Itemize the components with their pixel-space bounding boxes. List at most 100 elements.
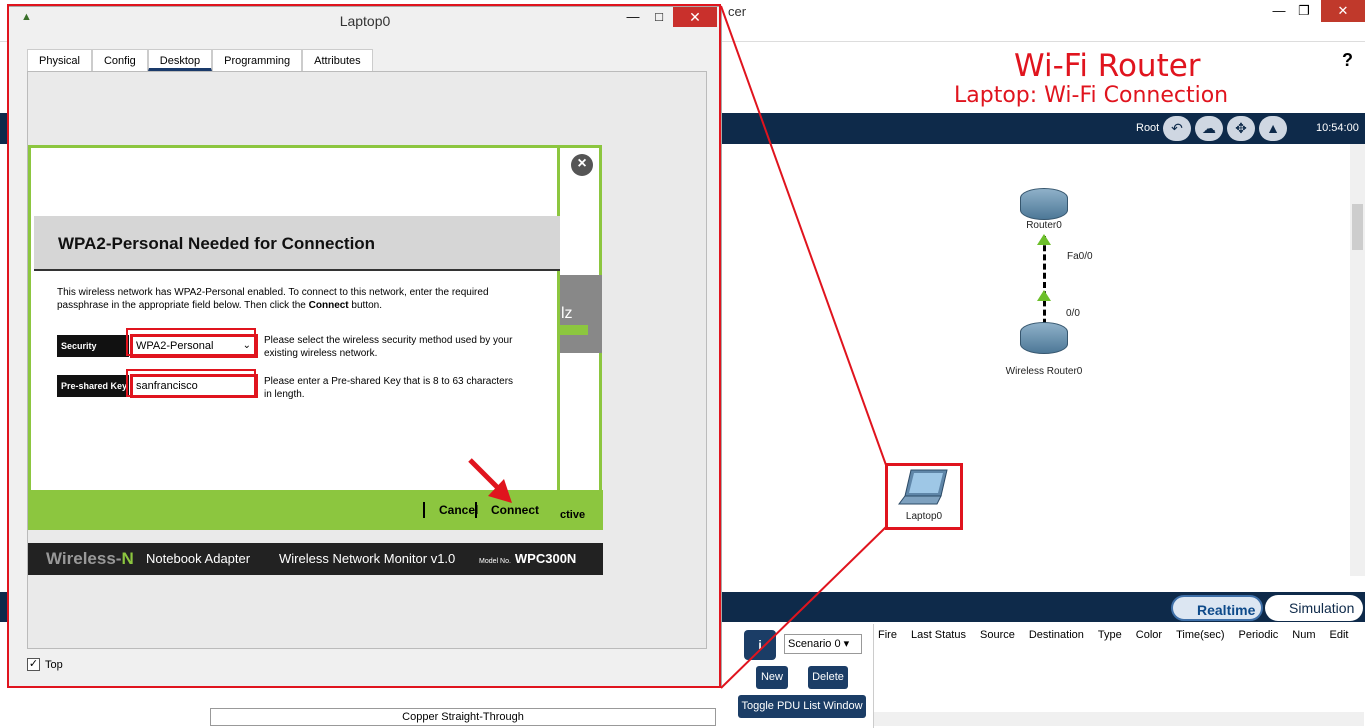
pdu-list-table: Fire Last Status Source Destination Type Colo… (873, 624, 1365, 728)
annotation-key-box (126, 369, 256, 397)
pdu-column-header[interactable]: Periodic (1239, 629, 1279, 641)
close-icon[interactable]: ✕ (673, 7, 717, 27)
simulation-label: Simulation (1289, 600, 1355, 616)
pdu-scrollbar[interactable] (874, 712, 1364, 726)
maximize-icon[interactable]: □ (645, 7, 673, 27)
help-icon[interactable]: ? (1342, 50, 1353, 71)
scenario-select[interactable]: Scenario 0 ▾ (784, 634, 862, 654)
pre-shared-key-label: Pre-shared Key (57, 375, 129, 397)
router0-label: Router0 (1026, 220, 1062, 231)
model-number: WPC300N (514, 551, 577, 566)
background-window-title: cer (728, 4, 747, 19)
panel-title: WPA2-Personal Needed for Connection (58, 234, 376, 253)
wireless-router-icon (1020, 322, 1068, 354)
description-text: button. (348, 300, 382, 311)
pdu-table-header: Fire Last Status Source Destination Type Colo… (874, 624, 1365, 641)
move-icon[interactable]: ✥ (1227, 116, 1255, 141)
help-line: Please select the wireless security meth… (264, 335, 513, 346)
brand-text: Wireless- (46, 549, 122, 568)
pdu-column-header[interactable]: Destination (1029, 629, 1084, 641)
pdu-column-header[interactable]: Edit (1330, 629, 1349, 641)
image-icon[interactable]: ▲ (1259, 116, 1287, 141)
description-line: This wireless network has WPA2-Personal … (57, 287, 489, 298)
security-help: Please select the wireless security meth… (264, 334, 534, 360)
router-port-label: Fa0/0 (1067, 251, 1093, 262)
close-icon[interactable]: ✕ (1321, 0, 1365, 22)
app-close-icon[interactable]: × (571, 154, 593, 176)
background-app-partial-text: lz (561, 305, 573, 322)
minimize-icon[interactable]: — (619, 7, 647, 27)
delete-scenario-button[interactable]: Delete (808, 666, 848, 689)
brand-monitor: Wireless Network Monitor v1.0 (279, 551, 456, 566)
router0-device[interactable]: Router0 (1018, 188, 1070, 231)
description-line: passphrase in the appropriate field belo… (57, 299, 527, 312)
link-status-up-icon (1037, 234, 1051, 245)
realtime-label: Realtime (1197, 602, 1256, 618)
tab-config[interactable]: Config (91, 49, 148, 71)
dialog-titlebar[interactable]: ▲ Laptop0 — □ ✕ (9, 7, 721, 33)
help-line: Please enter a Pre-shared Key that is 8 … (264, 376, 514, 387)
help-line: existing wireless network. (264, 348, 378, 359)
pdu-column-header[interactable]: Time(sec) (1176, 629, 1224, 641)
dialog-tabs: Physical Config Desktop Programming Attr… (27, 49, 373, 71)
overlay-title: Wi-Fi Router (1014, 48, 1201, 84)
brand-n: N (121, 549, 134, 568)
help-line: in length. (264, 389, 305, 400)
workspace-scrollbar[interactable] (1350, 144, 1365, 576)
root-label: Root (1136, 122, 1160, 134)
scenario-panel: i Scenario 0 ▾ New Delete Toggle PDU Lis… (738, 624, 868, 720)
model-prefix: Model No. (479, 558, 511, 565)
cable-type-label: Copper Straight-Through (210, 708, 716, 726)
dialog-title: Laptop0 (339, 13, 391, 29)
scrollbar-thumb[interactable] (1352, 204, 1363, 250)
scenario-value: Scenario 0 (788, 638, 841, 650)
pdu-column-header[interactable]: Last Status (911, 629, 966, 641)
app-footer: Wireless-N Notebook Adapter Wireless Net… (28, 543, 603, 575)
restore-icon[interactable]: ❐ (1287, 0, 1321, 22)
router-icon (1020, 188, 1068, 220)
brand-wireless-n: Wireless-N (46, 549, 134, 569)
wireless-monitor-app: lz × WPA2-Personal Needed for Connection… (28, 145, 603, 575)
tab-physical[interactable]: Physical (27, 49, 92, 71)
back-icon[interactable]: ↶ (1163, 116, 1191, 141)
pdu-column-header[interactable]: Num (1292, 629, 1315, 641)
top-label: Top (45, 658, 63, 671)
panel-description: This wireless network has WPA2-Personal … (57, 286, 527, 312)
cancel-button[interactable]: Cancel (423, 502, 478, 518)
background-app-partial-label: ctive (560, 509, 586, 521)
new-scenario-button[interactable]: New (756, 666, 788, 689)
checkbox-checked-icon[interactable]: ✓ (27, 658, 40, 671)
tab-desktop[interactable]: Desktop (147, 49, 213, 71)
simulation-mode-button[interactable]: Simulation (1265, 595, 1363, 621)
cloud-icon[interactable]: ☁ (1195, 116, 1223, 141)
description-bold: Connect (308, 300, 349, 311)
wireless-router0-label: Wireless Router0 (1005, 366, 1083, 377)
wpa2-connection-panel: WPA2-Personal Needed for Connection This… (28, 145, 560, 490)
clock-time: 10:54:00 (1316, 122, 1359, 134)
tab-programming[interactable]: Programming (212, 49, 303, 71)
security-label: Security (57, 335, 129, 357)
overlay-subtitle: Laptop: Wi-Fi Connection (954, 83, 1229, 108)
brand-model: Model No. WPC300N (479, 551, 576, 566)
pdu-column-header[interactable]: Color (1136, 629, 1162, 641)
connect-button[interactable]: Connect (475, 502, 539, 518)
background-app-green-strip (560, 325, 588, 335)
annotation-highlight-box (885, 463, 963, 530)
panel-header: WPA2-Personal Needed for Connection (34, 216, 560, 271)
toggle-pdu-list-button[interactable]: Toggle PDU List Window (738, 695, 866, 718)
pdu-column-header[interactable]: Type (1098, 629, 1122, 641)
description-text: passphrase in the appropriate field belo… (57, 300, 309, 311)
info-icon[interactable]: i (744, 630, 776, 660)
key-help: Please enter a Pre-shared Key that is 8 … (264, 375, 534, 401)
brand-adapter: Notebook Adapter (146, 551, 251, 566)
connection-line (1043, 236, 1046, 334)
wireless-router0-device[interactable]: Wireless Router0 (998, 322, 1090, 377)
tab-attributes[interactable]: Attributes (302, 49, 373, 71)
annotation-security-box (126, 328, 256, 356)
realtime-mode-button[interactable]: Realtime (1171, 595, 1263, 621)
link-status-up-icon (1037, 290, 1051, 301)
wireless-port-label: 0/0 (1066, 308, 1080, 319)
top-checkbox[interactable]: ✓ Top (27, 658, 63, 671)
pdu-column-header[interactable]: Fire (878, 629, 897, 641)
pdu-column-header[interactable]: Source (980, 629, 1015, 641)
